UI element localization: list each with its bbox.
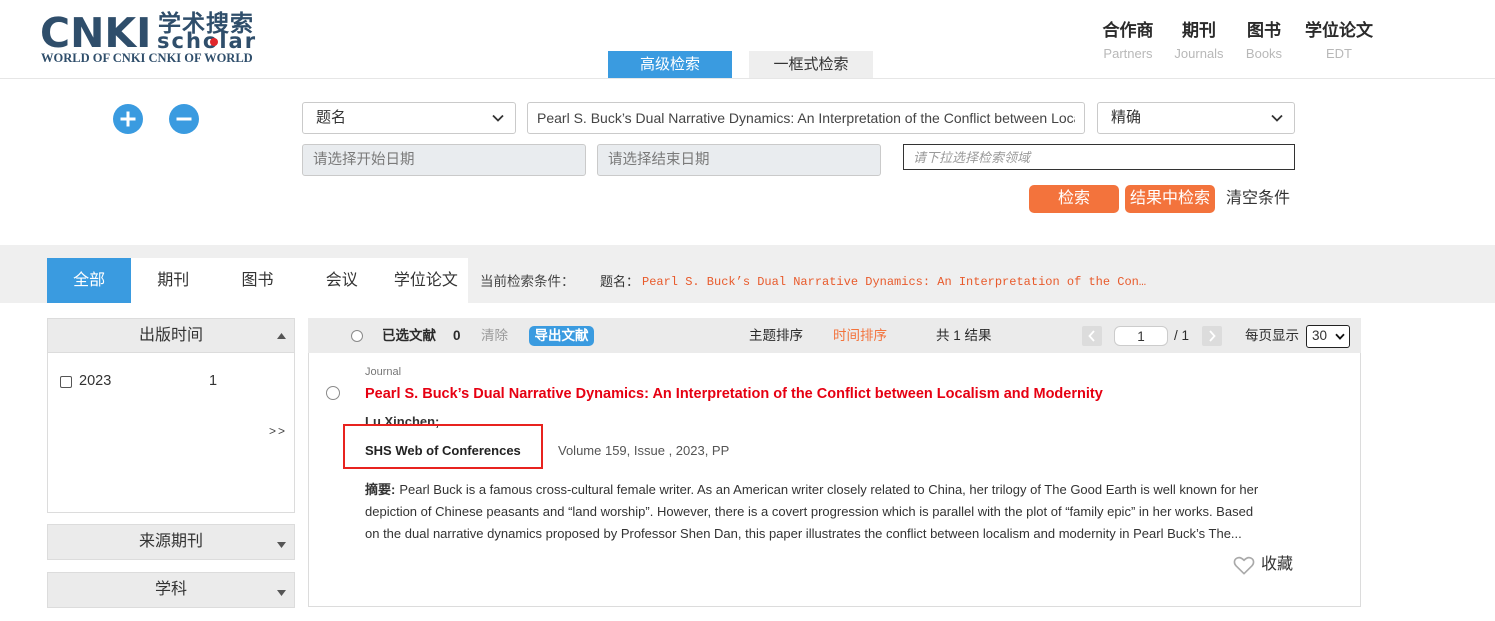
cnki-scholar-logo[interactable]: CNKI 学术搜索 scholar WORLD OF CNKI CNKI OF …: [38, 8, 263, 70]
logo-brand: CNKI: [40, 9, 152, 57]
nav-edt[interactable]: 学位论文 EDT: [1302, 20, 1376, 62]
chevron-left-icon: [1088, 330, 1095, 342]
nav-partners[interactable]: 合作商 Partners: [1098, 20, 1158, 62]
result-abstract-line: depiction of Chinese peasants and “land …: [365, 504, 1254, 519]
page-total: / 1: [1174, 328, 1190, 343]
selected-docs-count: 0: [453, 328, 461, 343]
remove-condition-button[interactable]: [169, 104, 199, 134]
query-input[interactable]: [527, 102, 1085, 134]
facet-title: 出版时间: [138, 327, 203, 344]
current-condition-field: 题名：: [600, 274, 640, 289]
current-condition-value: Pearl S. Buck’s Dual Narrative Dynamics:…: [642, 275, 1147, 289]
facet-title: 来源期刊: [138, 533, 203, 550]
tab-books[interactable]: 图书: [215, 258, 299, 303]
result-abstract-line: 摘要: Pearl Buck is a famous cross-cultural…: [365, 479, 1258, 501]
result-type-label: Journal: [365, 366, 402, 378]
sort-by-topic[interactable]: 主题排序: [749, 327, 803, 345]
clear-selection-link[interactable]: 清除: [481, 327, 508, 345]
facet-item-checkbox[interactable]: [60, 376, 72, 388]
search-within-results-button[interactable]: 结果中检索: [1125, 185, 1215, 213]
logo-tagline: WORLD OF CNKI CNKI OF WORLD: [41, 51, 253, 65]
nav-label-en: Journals: [1174, 46, 1224, 61]
per-page-value: 30: [1312, 328, 1328, 343]
start-date-input[interactable]: [302, 144, 586, 176]
nav-label-en: Books: [1245, 46, 1283, 61]
result-type-tabs: 全部 期刊 图书 会议 学位论文: [47, 258, 468, 303]
prev-page-button[interactable]: [1082, 326, 1102, 346]
nav-label-cn: 学位论文: [1305, 21, 1373, 40]
facet-source-journal-header[interactable]: 来源期刊: [47, 524, 295, 560]
add-condition-button[interactable]: [113, 104, 143, 134]
result-select-radio[interactable]: [326, 386, 340, 400]
cnki-scholar-advanced-search-page: CNKI 学术搜索 scholar WORLD OF CNKI CNKI OF …: [0, 0, 1495, 621]
collapse-arrow-icon: [277, 333, 286, 339]
match-mode-select[interactable]: 精确: [1097, 102, 1295, 134]
match-mode-value: 精确: [1111, 109, 1142, 126]
expand-arrow-icon: [277, 542, 286, 548]
abstract-label: 摘要:: [365, 482, 396, 497]
per-page-select[interactable]: 30: [1306, 325, 1350, 348]
tab-conferences[interactable]: 会议: [300, 258, 384, 303]
tab-advanced-search[interactable]: 高级检索: [608, 51, 732, 78]
facet-publication-year-header[interactable]: 出版时间: [47, 318, 295, 353]
nav-label-cn: 合作商: [1102, 21, 1154, 40]
nav-label-en: Partners: [1103, 46, 1153, 61]
chevron-down-icon: [492, 114, 504, 122]
next-page-button[interactable]: [1202, 326, 1222, 346]
plus-circle-icon: [113, 104, 143, 134]
per-page-label: 每页显示: [1245, 328, 1299, 343]
field-select[interactable]: 题名: [302, 102, 516, 134]
clear-conditions-button[interactable]: 清空条件: [1226, 189, 1290, 209]
logo-sub: scholar: [157, 29, 258, 53]
tab-all[interactable]: 全部: [47, 258, 132, 303]
tab-single-box-search[interactable]: 一框式检索: [749, 51, 873, 78]
heart-icon: [1233, 556, 1255, 575]
end-date-input[interactable]: [597, 144, 881, 176]
chevron-right-icon: [1209, 330, 1216, 342]
logo-red-dot: [210, 38, 218, 46]
page-number-input[interactable]: [1114, 326, 1168, 346]
field-select-value: 题名: [316, 109, 347, 126]
facet-item-label: 2023: [79, 373, 112, 389]
search-domain-input[interactable]: [903, 144, 1295, 170]
facet-subject-header[interactable]: 学科: [47, 572, 295, 608]
header-divider: [0, 78, 1495, 79]
chevron-down-icon: [1271, 114, 1283, 122]
tab-journals[interactable]: 期刊: [131, 258, 215, 303]
nav-journals[interactable]: 期刊 Journals: [1169, 20, 1229, 62]
search-button[interactable]: 检索: [1029, 185, 1119, 213]
current-condition-label: 当前检索条件：: [480, 274, 575, 289]
facet-more-link[interactable]: >>: [269, 424, 287, 438]
chevron-down-icon: [1335, 333, 1345, 340]
nav-label-cn: 期刊: [1182, 21, 1216, 40]
result-abstract-line: on the dual narrative dynamics proposed …: [365, 526, 1242, 541]
nav-label-cn: 图书: [1247, 21, 1281, 40]
nav-books[interactable]: 图书 Books: [1239, 20, 1289, 62]
facet-item-2023[interactable]: 2023 1: [58, 372, 228, 390]
minus-circle-icon: [169, 104, 199, 134]
tab-theses[interactable]: 学位论文: [384, 258, 468, 303]
select-all-radio[interactable]: [351, 330, 363, 342]
highlight-box: [343, 424, 543, 469]
result-volume-details: Volume 159, Issue , 2023, PP: [558, 443, 730, 458]
export-docs-button[interactable]: 导出文献: [529, 326, 594, 346]
facet-item-count: 1: [209, 373, 218, 389]
selected-docs-label: 已选文献: [382, 328, 436, 343]
total-results: 共 1 结果: [936, 328, 992, 343]
abstract-text: Pearl Buck is a famous cross-cultural fe…: [399, 482, 1259, 497]
favorite-label: 收藏: [1261, 556, 1294, 573]
result-title-link[interactable]: Pearl S. Buck’s Dual Narrative Dynamics:…: [365, 385, 1103, 403]
sort-by-time[interactable]: 时间排序: [833, 327, 887, 345]
nav-label-en: EDT: [1326, 46, 1352, 61]
expand-arrow-icon: [277, 590, 286, 596]
facet-title: 学科: [154, 581, 187, 598]
